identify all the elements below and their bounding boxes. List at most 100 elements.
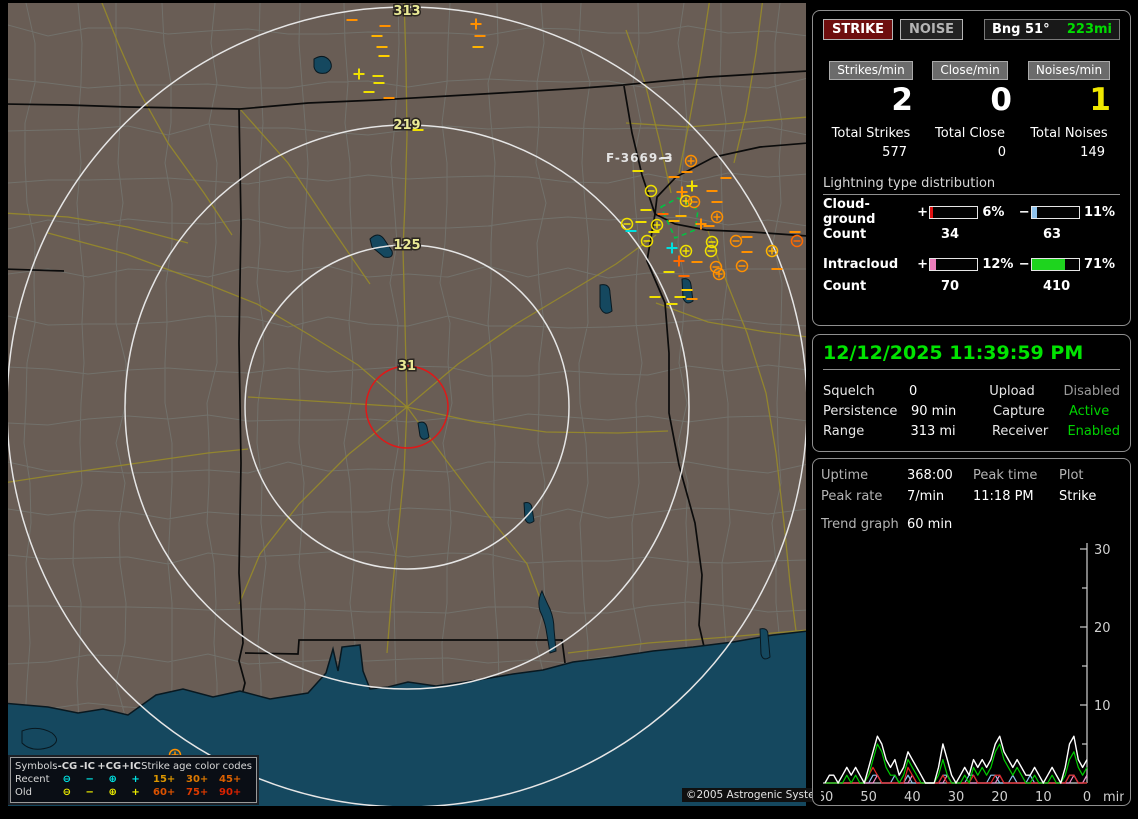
cloud-ground-label: Cloud-ground xyxy=(823,197,876,227)
svg-text:10: 10 xyxy=(1035,790,1052,805)
circle-plus-icon: ⊕ xyxy=(108,774,117,785)
range-label: Range xyxy=(823,423,865,439)
peak-time-value: 11:18 PM xyxy=(973,489,1034,504)
upload-label: Upload xyxy=(989,383,1035,399)
intracloud-label: Intracloud xyxy=(823,256,899,272)
cg-positive-pct: 6% xyxy=(982,204,1005,220)
total-close-label: Total Close xyxy=(935,126,1005,141)
plus-icon: + xyxy=(131,787,140,798)
mode-button-row: STRIKE NOISE Bng 51° 223mi xyxy=(823,19,1120,40)
range-value: 313 mi xyxy=(910,423,956,439)
age-30: 30+ xyxy=(186,774,209,785)
cg-negative-count: 63 xyxy=(1043,227,1062,242)
bearing-distance: 223mi xyxy=(1066,22,1112,37)
persistence-label: Persistence xyxy=(823,403,898,419)
noises-per-min-value: 1 xyxy=(1089,82,1111,118)
ic-negative-bar xyxy=(1031,257,1080,271)
svg-text:min: min xyxy=(1103,790,1124,805)
trend-graph-value: 60 min xyxy=(907,516,953,532)
uptime-label: Uptime xyxy=(821,468,869,483)
cg-positive-bar xyxy=(929,205,979,219)
status-row: Range 313 mi Receiver Enabled xyxy=(823,421,1120,441)
svg-text:20: 20 xyxy=(991,790,1008,805)
legend-symbols-header: Symbols xyxy=(15,761,58,772)
svg-text:40: 40 xyxy=(904,790,921,805)
peak-rate-label: Peak rate xyxy=(821,489,883,504)
strikes-per-min-chip[interactable]: Strikes/min xyxy=(829,61,913,80)
squelch-label: Squelch xyxy=(823,383,875,399)
storm-map[interactable]: 313 219 125 31 F-3669-3 xyxy=(8,3,806,806)
close-column: Close/min 0 Total Close 0 xyxy=(922,61,1018,160)
legend-col-neg-cg: -CG xyxy=(57,761,78,772)
legend-col-pos-ic: +IC xyxy=(121,761,141,772)
svg-text:125: 125 xyxy=(393,238,420,253)
bearing-indicator: Bng 51° 223mi xyxy=(984,19,1120,40)
trend-graph-label: Trend graph xyxy=(821,516,899,532)
persistence-value: 90 min xyxy=(911,403,957,419)
age-15: 15+ xyxy=(153,774,176,785)
strike-mode-button[interactable]: STRIKE xyxy=(823,19,894,40)
capture-value: Active xyxy=(1069,403,1110,419)
plot-value: Strike xyxy=(1059,489,1097,504)
legend-row-recent: Recent ⊖ − ⊕ + 15+ 30+ 45+ xyxy=(15,773,252,786)
uptime-value: 368:00 xyxy=(907,468,953,483)
rate-columns: Strikes/min 2 Total Strikes 577 Close/mi… xyxy=(823,61,1120,160)
receiver-status-panel: 12/12/2025 11:39:59 PM Squelch 0 Upload … xyxy=(812,334,1131,452)
noises-column: Noises/min 1 Total Noises 149 xyxy=(1021,61,1117,160)
cg-negative-pct: 11% xyxy=(1083,204,1116,220)
svg-text:30: 30 xyxy=(1094,543,1111,558)
ic-positive-pct: 12% xyxy=(982,256,1014,272)
plot-label: Plot xyxy=(1059,468,1084,483)
trend-graph-row: Trend graph 60 min xyxy=(821,513,1122,535)
legend-header-row: Symbols -CG -IC +CG +IC Strike age color… xyxy=(15,760,252,773)
intracloud-count-row: Count 70 410 xyxy=(823,279,1120,295)
plus-sign: + xyxy=(917,256,929,272)
receiver-value: Enabled xyxy=(1067,423,1120,439)
noises-per-min-chip[interactable]: Noises/min xyxy=(1027,61,1111,80)
svg-text:60: 60 xyxy=(821,790,833,805)
strike-legend: Symbols -CG -IC +CG +IC Strike age color… xyxy=(10,757,257,803)
cg-negative-bar xyxy=(1031,205,1080,219)
minus-icon: − xyxy=(85,774,94,785)
strikes-column: Strikes/min 2 Total Strikes 577 xyxy=(823,61,919,160)
upload-value: Disabled xyxy=(1063,383,1120,399)
age-60: 60+ xyxy=(153,787,176,798)
total-noises-value: 149 xyxy=(1080,145,1105,160)
total-strikes-label: Total Strikes xyxy=(831,126,911,141)
minus-sign: − xyxy=(1018,256,1030,272)
trend-graph: 10 20 30 60 50 40 30 20 10 0 min xyxy=(817,543,1128,805)
cloud-ground-row: Cloud-ground + 6% − 11% xyxy=(823,197,1120,227)
capture-label: Capture xyxy=(993,403,1045,419)
legend-col-neg-ic: -IC xyxy=(79,761,95,772)
peak-time-label: Peak time xyxy=(973,468,1038,483)
session-panel: Uptime 368:00 Peak time Plot Peak rate 7… xyxy=(812,458,1131,806)
bearing-label: Bng 51° xyxy=(992,22,1050,37)
cloud-ground-count-row: Count 34 63 xyxy=(823,227,1120,243)
svg-text:31: 31 xyxy=(398,359,416,374)
minus-sign: − xyxy=(1018,204,1030,220)
circle-minus-icon: ⊖ xyxy=(62,787,71,798)
svg-text:0: 0 xyxy=(1083,790,1091,805)
svg-text:10: 10 xyxy=(1094,699,1111,714)
age-90: 90+ xyxy=(219,787,242,798)
svg-text:30: 30 xyxy=(948,790,965,805)
distribution-title: Lightning type distribution xyxy=(823,176,1120,195)
svg-text:20: 20 xyxy=(1094,621,1111,636)
legend-col-pos-cg: +CG xyxy=(97,761,122,772)
ic-positive-bar xyxy=(929,257,979,271)
status-row: Persistence 90 min Capture Active xyxy=(823,401,1120,421)
ic-positive-count: 70 xyxy=(941,279,960,294)
total-close-value: 0 xyxy=(997,145,1006,160)
age-75: 75+ xyxy=(186,787,209,798)
close-per-min-chip[interactable]: Close/min xyxy=(932,61,1008,80)
total-strikes-value: 577 xyxy=(882,145,907,160)
session-row: Uptime 368:00 Peak time Plot xyxy=(821,465,1122,486)
legend-age-header: Strike age color codes xyxy=(141,761,252,772)
legend-old-label: Old xyxy=(15,787,32,798)
noise-mode-button[interactable]: NOISE xyxy=(900,19,964,40)
map-svg[interactable]: 31321912531F-3669-3 xyxy=(8,3,806,806)
peak-rate-value: 7/min xyxy=(907,489,945,504)
circle-minus-icon: ⊖ xyxy=(62,774,71,785)
strikes-per-min-value: 2 xyxy=(891,82,913,118)
svg-text:50: 50 xyxy=(860,790,877,805)
